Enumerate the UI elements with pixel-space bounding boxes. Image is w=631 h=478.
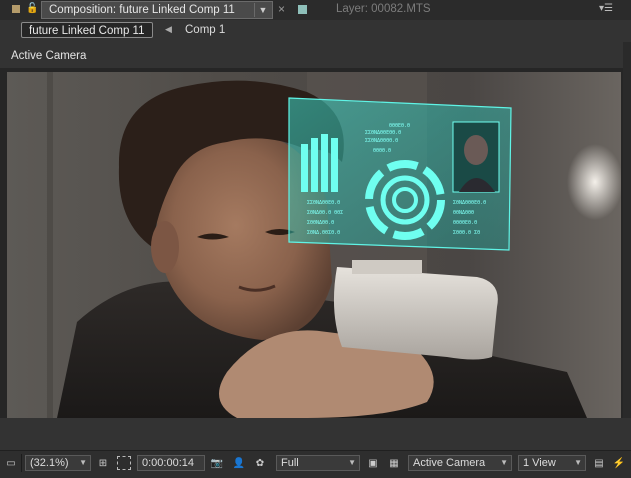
svg-text:ΣΣΘΝΔΘΘΕΘ.Θ: ΣΣΘΝΔΘΘΕΘ.Θ	[307, 200, 340, 206]
svg-text:ΣΘΝΔΘΘ.Θ ΘΘΣ: ΣΘΝΔΘΘ.Θ ΘΘΣ	[307, 210, 343, 216]
camera-snapshot-icon[interactable]: 📷	[210, 456, 224, 470]
panel-tab-bar: 🔓 Composition: future Linked Comp 11 ▼ ×…	[0, 0, 631, 21]
lock-icon[interactable]: 🔓	[26, 3, 38, 14]
fit-frame-icon[interactable]: ⊞	[96, 456, 110, 470]
viewer-footer	[0, 418, 631, 450]
show-snapshot-icon[interactable]: 👤	[232, 456, 246, 470]
breadcrumb-item-comp1[interactable]: Comp 1	[185, 24, 225, 36]
composition-frame-image: ΣΣΘΝΔΘΘΕΘΘ.Θ ΣΣΘΝΔΘΘΘΘ.Θ ΘΘΘΕΘ.Θ ΘΘΘΘ.Θ …	[7, 72, 621, 418]
svg-text:ΘΘΘΕΘ.Θ: ΘΘΘΕΘ.Θ	[389, 123, 410, 129]
viewer-scrollbar[interactable]	[623, 42, 631, 450]
region-of-interest-icon[interactable]	[117, 456, 131, 470]
breadcrumb-arrow-icon: ◀	[165, 24, 172, 34]
viewer-title: Active Camera	[11, 50, 87, 62]
svg-text:ΣΘΝΔΘΘΘΕΘ.Θ: ΣΘΝΔΘΘΘΕΘ.Θ	[453, 200, 486, 206]
svg-text:ΘΘΝΔΘΘΘ: ΘΘΝΔΘΘΘ	[453, 210, 474, 216]
hologram-overlay: ΣΣΘΝΔΘΘΕΘΘ.Θ ΣΣΘΝΔΘΘΘΘ.Θ ΘΘΘΕΘ.Θ ΘΘΘΘ.Θ …	[288, 97, 512, 251]
always-preview-icon[interactable]: ▭	[4, 456, 18, 470]
svg-text:ΣΘΘΝΔΘΘ.Θ: ΣΘΘΝΔΘΘ.Θ	[307, 220, 334, 226]
layer-swatch-icon	[298, 5, 307, 14]
svg-text:ΣΘΝΔ.ΘΘΣΘ.Θ: ΣΘΝΔ.ΘΘΣΘ.Θ	[307, 230, 340, 236]
tab-dropdown-icon[interactable]: ▼	[254, 3, 271, 17]
svg-text:ΣΘΘΘ.Θ ΣΘ: ΣΘΘΘ.Θ ΣΘ	[453, 230, 480, 236]
svg-text:ΘΘΘΘ.Θ: ΘΘΘΘ.Θ	[373, 148, 391, 154]
tab-composition-label: Composition: future Linked Comp 11	[49, 4, 235, 16]
transparency-grid-icon[interactable]: ▦	[387, 456, 401, 470]
viewer-toolbar: ▭ (32.1%) ⊞ 0:00:00:14 📷 👤 ✿ Full ▣ ▦ Ac…	[0, 450, 631, 478]
viewer-header	[0, 42, 631, 68]
svg-text:ΘΘΘΘΕΘ.Θ: ΘΘΘΘΕΘ.Θ	[453, 220, 477, 226]
breadcrumb-item-current[interactable]: future Linked Comp 11	[21, 22, 153, 38]
svg-text:ΣΣΘΝΔΘΘΘΘ.Θ: ΣΣΘΝΔΘΘΘΘ.Θ	[365, 138, 398, 144]
color-channels-icon[interactable]: ✿	[253, 456, 267, 470]
tab-layer[interactable]: Layer: 00082.MTS	[336, 3, 431, 15]
timecode-display[interactable]: 0:00:00:14	[137, 455, 205, 471]
panel-menu-icon[interactable]: ▾☰	[599, 3, 613, 14]
timeline-icon[interactable]: ▤	[592, 456, 606, 470]
flowchart-icon[interactable]: ⚡	[612, 456, 626, 470]
fast-previews-icon[interactable]: ▣	[366, 456, 380, 470]
composition-viewport[interactable]: ΣΣΘΝΔΘΘΕΘΘ.Θ ΣΣΘΝΔΘΘΘΘ.Θ ΘΘΘΕΘ.Θ ΘΘΘΘ.Θ …	[7, 72, 621, 418]
close-tab-icon[interactable]: ×	[278, 2, 285, 16]
magnification-dropdown[interactable]: (32.1%)	[25, 455, 91, 471]
toolbar-divider	[21, 454, 22, 472]
view-layout-dropdown[interactable]: 1 View	[518, 455, 586, 471]
tab-composition[interactable]: Composition: future Linked Comp 11 ▼	[41, 1, 273, 19]
view-dropdown[interactable]: Active Camera	[408, 455, 512, 471]
composition-swatch-icon	[12, 5, 20, 13]
svg-text:ΣΣΘΝΔΘΘΕΘΘ.Θ: ΣΣΘΝΔΘΘΕΘΘ.Θ	[365, 130, 401, 136]
resolution-dropdown[interactable]: Full	[276, 455, 360, 471]
